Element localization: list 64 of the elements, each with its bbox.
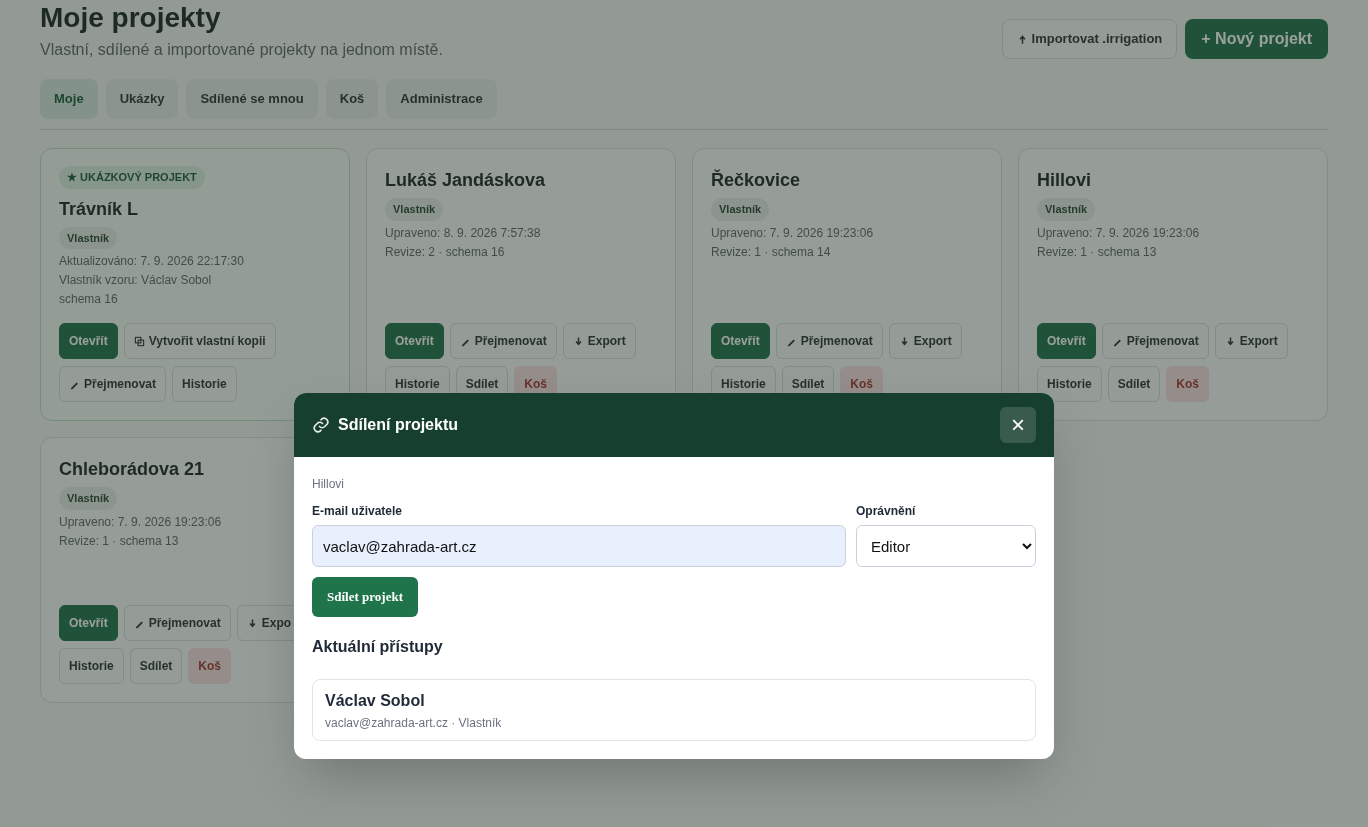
role-tag: Vlastník [385,198,444,221]
project-meta: Revize: 2 · schema 16 [385,243,506,260]
permission-select[interactable]: Editor [856,525,1036,567]
user-detail: vaclav@zahrada-art.cz · Vlastník [325,715,503,731]
role-tag: Vlastník [1037,198,1096,221]
page-title: Moje projekty [40,1,222,35]
card-action-button[interactable]: Export [1214,323,1288,359]
card-action-button[interactable]: Vytvořit vlastní kopii [123,323,276,359]
tab[interactable]: Administrace [386,79,497,119]
card-action-button[interactable]: Otevřít [59,605,118,641]
card-action-button[interactable]: Přejmenovat [1101,323,1209,359]
tab[interactable]: Ukázky [105,79,179,119]
email-field[interactable]: vaclav@zahrada-art.cz [312,525,846,567]
role-tag: Vlastník [59,487,118,510]
project-meta: Revize: 1 · schema 14 [711,243,832,260]
card-action-button[interactable]: Přejmenovat [775,323,883,359]
page-subtitle: Vlastní, sdílené a importované projekty na jednom místě. [40,40,443,60]
project-name: Hillovi [312,476,345,492]
project-meta: schema 16 [59,291,119,307]
card-action-button[interactable]: Otevřít [385,323,444,359]
card-action-button[interactable]: Export [562,323,636,359]
project-title: Chleborádova 21 [59,458,205,481]
project-title: Lukáš Jandáskova [385,169,546,192]
sample-project-badge: ★ UKÁZKOVÝ PROJEKT [59,166,205,189]
permission-label: Oprávnění [856,503,917,519]
close-button[interactable]: × [1000,407,1036,443]
card-action-button[interactable]: Historie [172,366,237,402]
tab[interactable]: Moje [40,79,98,119]
import-button[interactable]: Importovat .irrigation [1001,19,1178,59]
project-title: Řečkovice [711,168,801,192]
new-project-button[interactable]: + Nový projekt [1185,19,1328,59]
user-name: Václav Sobol [325,691,426,711]
access-heading: Aktuální přístupy [312,637,444,657]
project-meta: Upraveno: 7. 9. 2026 19:23:06 [711,224,875,241]
project-meta: Upraveno: 7. 9. 2026 19:23:06 [1037,224,1201,241]
card-action-button[interactable]: Přejmenovat [59,366,167,402]
card-action-button[interactable]: Sdílet [1107,366,1161,402]
card-action-button[interactable]: Otevřít [59,323,118,359]
email-label: E-mail uživatele [312,503,404,519]
card-action-button[interactable]: Export [888,323,962,359]
link-icon [312,416,330,434]
share-project-button[interactable]: Sdílet projekt [312,577,418,617]
card-action-button[interactable]: Přejmenovat [123,605,231,641]
card-action-button[interactable]: Otevřít [1037,323,1096,359]
role-tag: Vlastník [59,226,118,249]
card-action-button[interactable]: Přejmenovat [449,323,557,359]
project-meta: Upraveno: 8. 9. 2026 7:57:38 [385,224,542,241]
tab[interactable]: Sdílené se mnou [186,79,318,119]
role-tag: Vlastník [711,198,770,221]
project-meta: Vlastník vzoru: Václav Sobol [59,272,213,288]
card-action-button[interactable]: Koš [1166,366,1210,402]
copy-icon [133,335,145,347]
card-action-button[interactable]: Otevřít [711,323,770,359]
card-action-button[interactable]: Koš [188,648,232,684]
project-meta: Aktualizováno: 7. 9. 2026 22:17:30 [59,253,245,269]
project-meta: Revize: 1 · schema 13 [1037,243,1158,260]
card-action-button[interactable]: Sdílet [129,648,183,684]
project-title: Trávník L [59,197,139,221]
card-action-button[interactable]: Historie [59,648,124,684]
card-action-button[interactable]: Historie [1037,366,1102,402]
dialog-title: Sdílení projektu [338,415,458,435]
project-meta: Upraveno: 7. 9. 2026 19:23:06 [59,513,223,530]
project-title: Hillovi [1037,169,1091,192]
tab[interactable]: Koš [325,79,379,119]
